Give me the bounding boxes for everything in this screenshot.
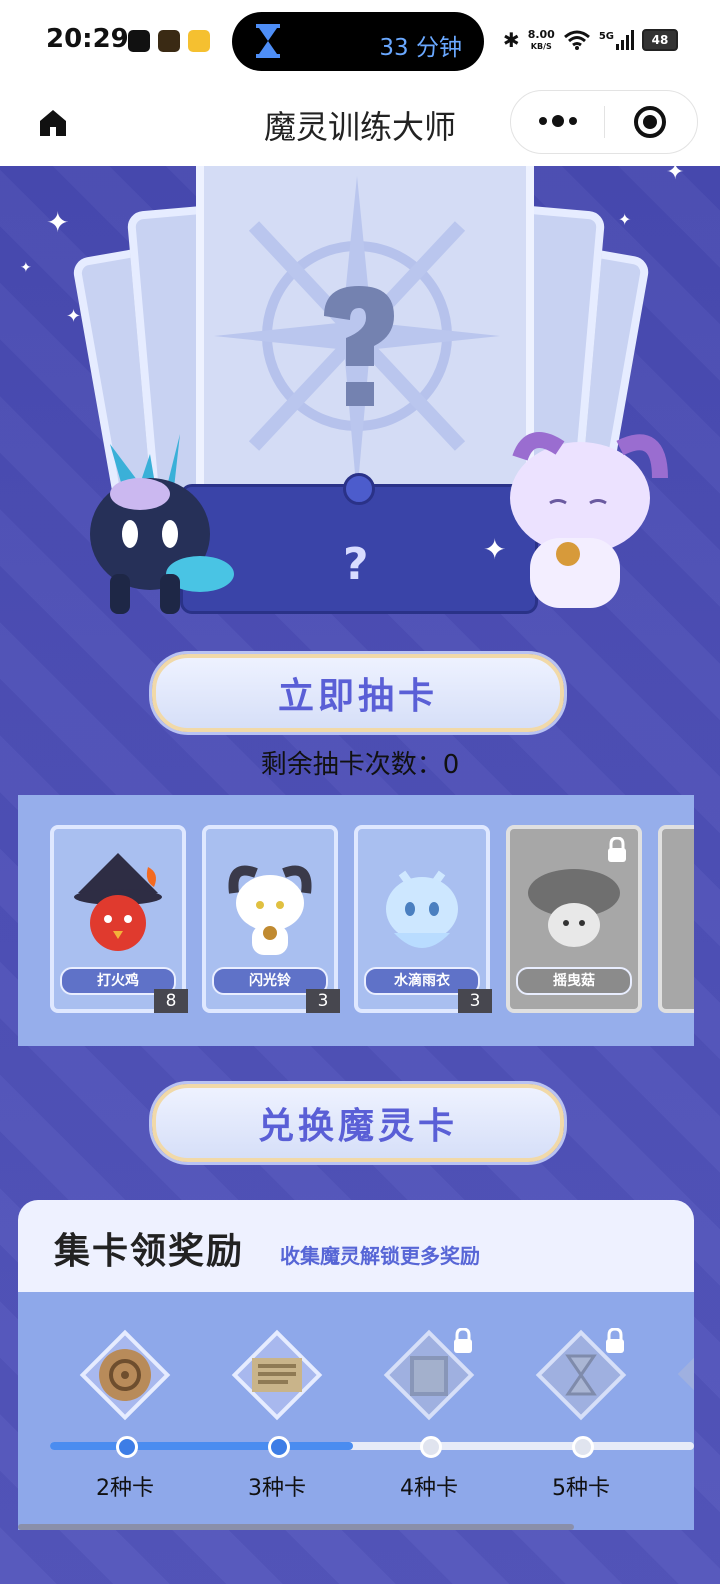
fire-chicken-icon xyxy=(74,853,162,951)
network-speed-unit: KB/S xyxy=(530,41,552,51)
main-content: ? ✦ ✦ ✦ ✦ ✦ ✦ 立即抽卡 剩余抽卡次数：0 打火鸡 8 闪光铃 3 … xyxy=(0,166,720,1584)
reward-icon-partial[interactable] xyxy=(677,1345,694,1403)
game-app-icon xyxy=(158,30,180,52)
progress-fill xyxy=(50,1442,353,1450)
question-mark-icon xyxy=(324,286,394,406)
card-count-badge: 3 xyxy=(458,989,492,1013)
progress-node xyxy=(268,1436,290,1458)
status-bar: 20:29 33 分钟 ✱ 8.00 KB/S 5G 48 xyxy=(0,0,720,82)
card-count-badge: 3 xyxy=(306,989,340,1013)
lock-icon xyxy=(454,1328,472,1353)
tray-question-mark: ? xyxy=(343,539,369,590)
flash-bell-goat-icon xyxy=(228,865,312,955)
card-item[interactable]: 闪光铃 3 xyxy=(202,825,340,1013)
tiktok-app-icon xyxy=(128,30,150,52)
sparkle-icon: ✦ xyxy=(618,210,632,229)
sparkle-icon: ✦ xyxy=(20,260,32,276)
card-collection-strip[interactable]: 打火鸡 8 闪光铃 3 水滴雨衣 3 摇曳菇 xyxy=(18,795,694,1046)
status-indicators: ✱ 8.00 KB/S 5G 48 xyxy=(503,28,678,52)
progress-node xyxy=(572,1436,594,1458)
tier-label: 3种卡 xyxy=(248,1476,306,1501)
draw-card-button[interactable]: 立即抽卡 xyxy=(152,654,564,732)
exchange-card-button[interactable]: 兑换魔灵卡 xyxy=(152,1084,564,1162)
reward-panel: 集卡领奖励 收集魔灵解锁更多奖励 2种卡 3种卡 4种卡 5种卡 xyxy=(18,1200,694,1530)
miniprogram-capsule xyxy=(510,90,698,154)
capsule-divider xyxy=(604,106,605,138)
hourglass-icon xyxy=(256,24,280,58)
remaining-draws: 剩余抽卡次数：0 xyxy=(260,750,460,780)
card-name: 摇曳菇 xyxy=(516,967,632,995)
nav-bar: 魔灵训练大师 xyxy=(0,82,720,166)
tray-dot xyxy=(343,473,375,505)
bell-goat-creature-icon xyxy=(510,432,668,608)
lock-icon xyxy=(606,1328,624,1353)
screen-time-pill[interactable]: 33 分钟 xyxy=(232,12,484,71)
bronze-coin-icon[interactable] xyxy=(78,1328,172,1422)
tier-label: 2种卡 xyxy=(96,1476,154,1501)
screen-time-text: 33 分钟 xyxy=(379,35,462,61)
card-item[interactable]: 打火鸡 8 xyxy=(50,825,188,1013)
sparkle-icon: ✦ xyxy=(46,206,70,239)
swaying-mushroom-icon xyxy=(528,869,620,947)
water-drop-raincoat-icon xyxy=(386,870,458,948)
card-item[interactable]: 水滴雨衣 3 xyxy=(354,825,492,1013)
reward-subtitle: 收集魔灵解锁更多奖励 xyxy=(280,1244,480,1268)
network-speed: 8.00 KB/S xyxy=(528,29,555,52)
sparkle-icon: ✦ xyxy=(66,306,82,327)
scroll-map-icon[interactable] xyxy=(230,1328,324,1422)
battery-indicator: 48 xyxy=(642,29,678,51)
close-miniprogram-icon[interactable] xyxy=(633,105,667,139)
progress-node xyxy=(116,1436,138,1458)
progress-node xyxy=(420,1436,442,1458)
card-item-locked[interactable]: 摇曳菇 xyxy=(506,825,642,1013)
reward-track[interactable]: 2种卡 3种卡 4种卡 5种卡 xyxy=(18,1292,694,1530)
card-count-badge: 8 xyxy=(154,989,188,1013)
signal-label: 5G xyxy=(598,30,614,42)
dark-dragon-creature-icon xyxy=(90,434,234,614)
tier-label: 4种卡 xyxy=(400,1476,458,1501)
sparkle-icon: ✦ xyxy=(666,166,685,185)
network-speed-value: 8.00 xyxy=(527,27,555,41)
realme-app-icon xyxy=(188,30,210,52)
tier-label: 5种卡 xyxy=(552,1476,610,1501)
reward-title: 集卡领奖励 xyxy=(54,1231,245,1272)
more-icon[interactable] xyxy=(537,112,579,130)
card-item-partial[interactable] xyxy=(658,825,694,1013)
wifi-icon xyxy=(563,30,590,50)
bluetooth-icon: ✱ xyxy=(502,28,520,52)
signal-icon xyxy=(616,30,634,50)
horizontal-scrollbar[interactable] xyxy=(18,1524,574,1530)
status-time: 20:29 xyxy=(46,24,129,54)
